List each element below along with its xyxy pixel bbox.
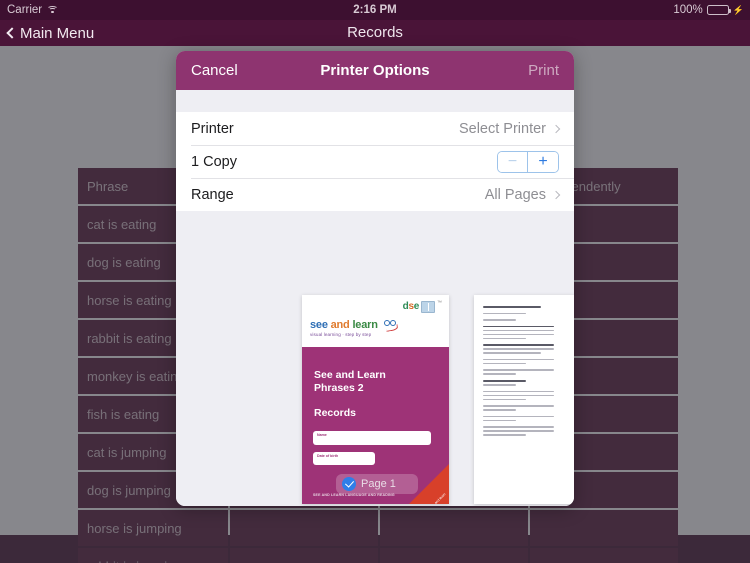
page1-dob-field: Date of birth <box>313 452 375 465</box>
battery-percent-label: 100% <box>673 4 703 16</box>
brand-learn: learn <box>352 319 378 331</box>
option-row-copies[interactable]: 1 Copy − + <box>176 145 574 178</box>
page2-text-line <box>483 426 555 428</box>
trademark-icon: ™ <box>437 300 442 306</box>
preview-page-2[interactable] <box>474 295 574 504</box>
modal-title: Printer Options <box>320 62 430 79</box>
modal-header-gap <box>176 90 574 112</box>
page2-text-line <box>483 430 555 432</box>
page2-text-line <box>483 434 527 436</box>
status-bar: Carrier 2:16 PM 100% ⚡ <box>0 0 750 20</box>
page2-text-line <box>483 362 527 365</box>
modal-print-button[interactable]: Print <box>528 51 559 90</box>
page2-text-line <box>483 380 527 382</box>
printer-options-list: Printer Select Printer 1 Copy − + Range … <box>176 112 574 211</box>
chevron-right-icon <box>551 124 561 133</box>
page2-text-line <box>483 394 555 397</box>
option-value-range: All Pages <box>484 186 561 203</box>
checkmark-circle-icon <box>342 477 356 491</box>
printer-options-modal: Cancel Printer Options Print Printer Sel… <box>176 51 574 506</box>
dse-logo: dse ™ <box>402 300 442 313</box>
option-label-copies: 1 Copy <box>191 153 237 170</box>
page1-footer: SEE AND LEARN LANGUAGE AND READING <box>313 493 395 497</box>
option-value-printer-text: Select Printer <box>458 120 546 137</box>
page2-text-line <box>483 348 555 350</box>
status-bar-right: 100% ⚡ <box>673 4 744 16</box>
page2-text-line <box>483 415 555 418</box>
copies-stepper[interactable]: − + <box>497 150 559 173</box>
dse-book-icon <box>421 301 435 313</box>
nav-bar: Main Menu Records <box>0 20 750 46</box>
page2-text-line <box>483 312 527 315</box>
page2-text-line <box>483 329 555 332</box>
page2-text-line <box>483 306 542 308</box>
page2-text-line <box>483 352 542 354</box>
battery-icon <box>706 5 731 15</box>
page2-text-line <box>483 390 555 393</box>
page1-header: dse ™ see and learn visual learning · st… <box>302 295 449 347</box>
see-and-learn-wordmark: see and learn <box>310 319 400 332</box>
page2-text-line <box>483 319 517 321</box>
page1-heading: See and Learn Phrases 2 <box>314 369 386 395</box>
page1-name-label: Name <box>317 433 327 437</box>
page2-text-line <box>483 344 555 346</box>
page2-text-line <box>483 325 555 328</box>
page2-text-line <box>483 373 517 376</box>
page2-content <box>483 306 566 438</box>
page1-heading-line2: Phrases 2 <box>314 382 364 394</box>
brand-and: and <box>330 319 350 331</box>
page-1-badge-label: Page 1 <box>361 478 396 490</box>
preview-page-1[interactable]: dse ™ see and learn visual learning · st… <box>302 295 449 504</box>
dse-logo-text: dse <box>402 301 420 312</box>
option-row-printer[interactable]: Printer Select Printer <box>176 112 574 145</box>
see-and-learn-logo: see and learn visual learning · step by … <box>310 319 400 337</box>
page2-text-line <box>483 369 555 372</box>
screen-root: Under PhraseIndependentlycat is eatingdo… <box>0 0 750 563</box>
page-1-badge: Page 1 <box>336 474 418 494</box>
option-row-range[interactable]: Range All Pages <box>176 178 574 211</box>
status-bar-clock: 2:16 PM <box>353 4 397 16</box>
modal-header: Cancel Printer Options Print <box>176 51 574 90</box>
nav-title: Records <box>347 24 403 41</box>
print-preview-area: dse ™ see and learn visual learning · st… <box>176 211 574 506</box>
page2-text-line <box>483 409 517 411</box>
page2-text-line <box>483 358 555 361</box>
option-label-printer: Printer <box>191 120 234 137</box>
option-value-range-text: All Pages <box>484 186 546 203</box>
brand-tagline: visual learning · step by step <box>310 332 372 337</box>
page1-subheading: Records <box>314 407 357 419</box>
brand-see: see <box>310 319 328 331</box>
option-label-range: Range <box>191 186 234 203</box>
page2-text-line <box>483 405 555 407</box>
page1-heading-line1: See and Learn <box>314 369 386 381</box>
chevron-right-icon <box>551 190 561 199</box>
page1-name-field: Name <box>313 431 431 445</box>
lightning-bolt-icon: ⚡ <box>732 4 744 15</box>
page2-text-line <box>483 337 527 340</box>
page1-body: See and Learn Phrases 2 Records Name Dat… <box>302 347 449 504</box>
stepper-increment-button[interactable]: + <box>528 151 558 172</box>
page1-dob-label: Date of birth <box>317 454 339 458</box>
option-value-printer: Select Printer <box>458 120 561 137</box>
stepper-decrement-button[interactable]: − <box>498 151 528 172</box>
smiley-face-icon <box>383 320 400 332</box>
page2-text-line <box>483 398 527 401</box>
page2-text-line <box>483 333 555 336</box>
page2-text-line <box>483 419 517 422</box>
page2-text-line <box>483 384 517 386</box>
